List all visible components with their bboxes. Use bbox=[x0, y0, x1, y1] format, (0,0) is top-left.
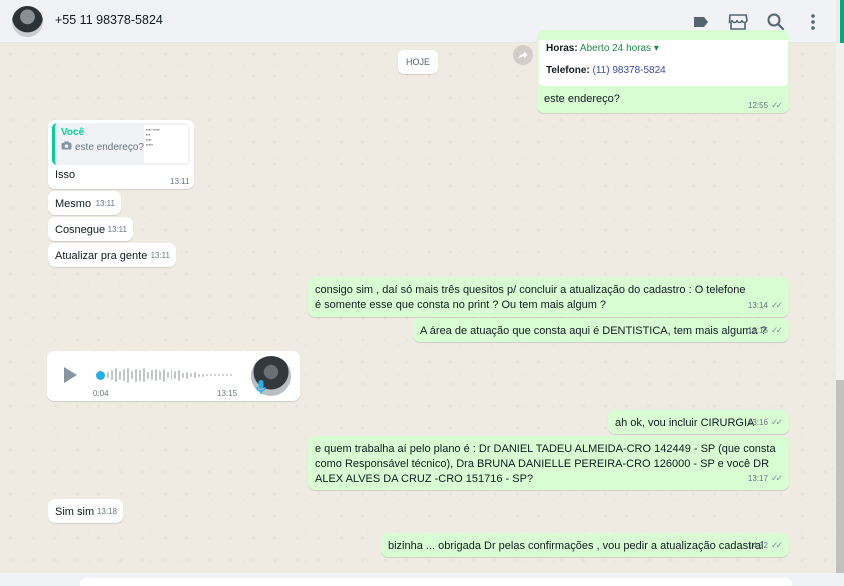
voice-message[interactable]: 0:04 13:15 bbox=[47, 351, 300, 401]
hours-value: Aberto 24 horas ▾ bbox=[579, 43, 659, 54]
message-text: consigo sim , daí só mais três quesitos … bbox=[315, 284, 746, 311]
message-text: Isso bbox=[55, 169, 76, 181]
quoted-message[interactable]: Você este endereço? ▪▪▪▪ ▪▪▪▪▪ ▪▪▪ ▪▪▪▪ ▪▪▪… bbox=[52, 123, 190, 165]
message-bubble[interactable]: Atualizar pra gente 13:11 bbox=[48, 243, 176, 267]
message-text: Mesmo bbox=[55, 198, 92, 210]
message-bubble[interactable]: Cosnegue 13:11 bbox=[48, 217, 133, 241]
message-time: 13:16 bbox=[747, 418, 768, 427]
camera-icon bbox=[61, 141, 72, 153]
business-card-info: Horas: Aberto 24 horas ▾ Telefone: (11) … bbox=[539, 40, 788, 86]
voice-duration: 0:04 bbox=[93, 389, 109, 398]
message-text: ah ok, vou incluir CIRURGIA bbox=[615, 417, 755, 429]
message-bubble[interactable]: bizinha ... obrigada Dr pelas confirmaçõ… bbox=[381, 533, 789, 557]
double-check-icon: ✓✓ bbox=[770, 325, 783, 335]
message-bubble[interactable]: Mesmo 13:11 bbox=[48, 191, 121, 215]
quote-text: este endereço? bbox=[75, 141, 144, 153]
message-text: A área de atuação que consta aqui é DENT… bbox=[420, 325, 767, 337]
message-meta: 13:17 ✓✓ bbox=[748, 471, 783, 486]
message-text: e quem trabalha aí pelo plano é : Dr DAN… bbox=[315, 443, 776, 485]
microphone-icon bbox=[256, 379, 266, 398]
forward-icon[interactable] bbox=[513, 45, 533, 65]
quote-thumbnail: ▪▪▪▪ ▪▪▪▪▪ ▪▪▪ ▪▪▪▪ ▪▪▪▪▪ bbox=[144, 125, 188, 163]
message-text: Atualizar pra gente bbox=[55, 250, 148, 262]
double-check-icon: ✓✓ bbox=[771, 100, 783, 110]
scrollbar-thumb[interactable] bbox=[836, 380, 844, 573]
message-text: este endereço? bbox=[544, 93, 620, 105]
message-meta: 14:32 ✓✓ bbox=[748, 538, 783, 553]
message-time: 13:14 bbox=[747, 301, 768, 310]
message-meta: 13:14 ✓✓ bbox=[748, 298, 783, 313]
playback-slider-handle[interactable] bbox=[96, 371, 105, 380]
message-time: 13:17 bbox=[747, 474, 768, 483]
message-meta: 12:55 ✓✓ bbox=[748, 100, 783, 111]
message-time: 12:55 bbox=[748, 101, 769, 110]
double-check-icon: ✓✓ bbox=[770, 540, 783, 550]
message-bubble[interactable]: ah ok, vou incluir CIRURGIA 13:16 ✓✓ bbox=[608, 410, 789, 434]
contact-avatar[interactable] bbox=[12, 6, 43, 37]
phone-label: Telefone: bbox=[546, 65, 590, 76]
message-meta: 13:15 ✓✓ bbox=[748, 323, 783, 338]
hours-label: Horas: bbox=[546, 43, 578, 54]
message-time: 14:32 bbox=[747, 541, 768, 550]
message-text: bizinha ... obrigada Dr pelas confirmaçõ… bbox=[388, 540, 764, 552]
double-check-icon: ✓✓ bbox=[770, 417, 783, 427]
message-time: 13:15 bbox=[747, 326, 768, 335]
play-icon[interactable] bbox=[61, 365, 79, 388]
message-time: 13:11 bbox=[95, 199, 115, 208]
double-check-icon: ✓✓ bbox=[770, 473, 783, 483]
message-text: Cosnegue bbox=[55, 224, 106, 236]
double-check-icon: ✓✓ bbox=[770, 300, 783, 310]
message-bubble[interactable]: consigo sim , daí só mais três quesitos … bbox=[308, 277, 789, 317]
message-bubble[interactable]: e quem trabalha aí pelo plano é : Dr DAN… bbox=[308, 436, 789, 490]
message-time: 13:11 bbox=[150, 251, 170, 260]
message-bubble[interactable]: A área de atuação que consta aqui é DENT… bbox=[413, 318, 789, 342]
message-time: 13:11 bbox=[107, 225, 127, 234]
contact-name[interactable]: +55 11 98378-5824 bbox=[55, 13, 163, 27]
message-meta: 13:16 ✓✓ bbox=[748, 415, 783, 430]
message-time: 13:15 bbox=[217, 389, 238, 398]
message-input[interactable] bbox=[80, 578, 792, 586]
message-time: 13:18 bbox=[96, 507, 117, 516]
message-time: 13:11 bbox=[170, 177, 190, 186]
day-separator: HOJE bbox=[398, 50, 438, 74]
phone-value[interactable]: (11) 98378-5824 bbox=[593, 65, 666, 76]
message-bubble[interactable]: Sim sim 13:18 bbox=[48, 499, 123, 523]
message-text: Sim sim bbox=[55, 506, 95, 518]
voice-waveform[interactable] bbox=[107, 365, 232, 385]
menu-icon[interactable] bbox=[801, 10, 825, 34]
